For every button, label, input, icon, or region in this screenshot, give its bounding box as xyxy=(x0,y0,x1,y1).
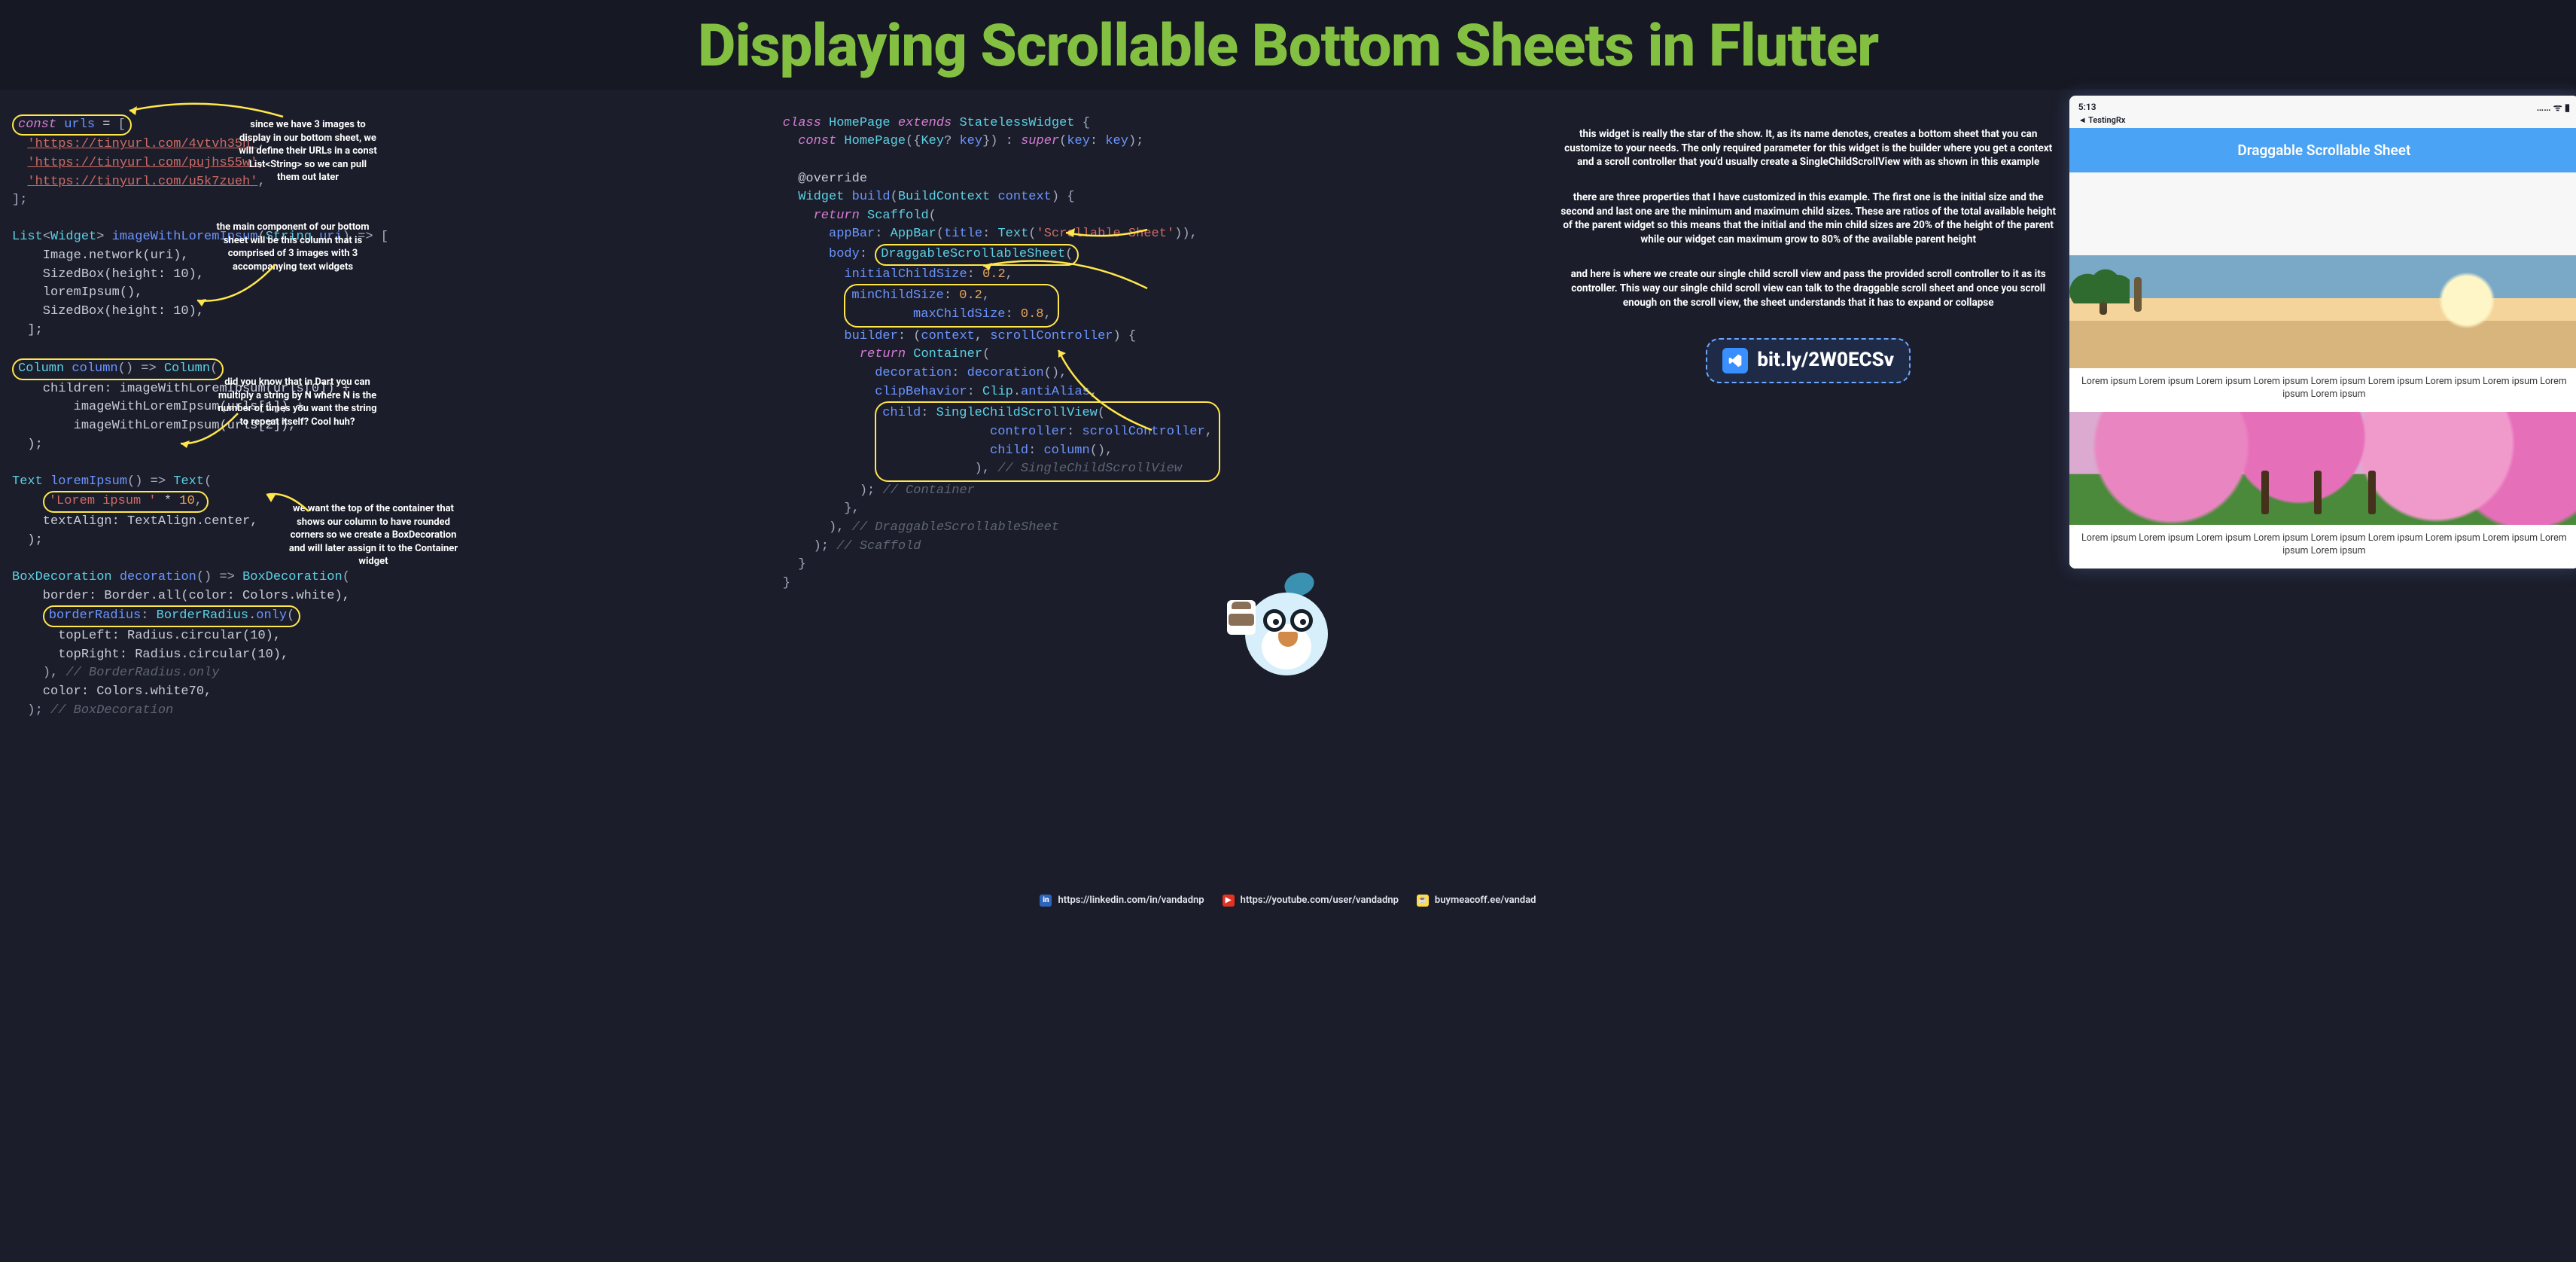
annotation: the main component of our bottom sheet w… xyxy=(206,221,379,273)
phone-time: 5:13 xyxy=(2078,102,2096,112)
short-link-badge[interactable]: bit.ly/2W0ECSv xyxy=(1706,338,1911,383)
code-line: topLeft: Radius.circular(10), xyxy=(12,629,281,643)
code-block-right: class HomePage extends StatelessWidget {… xyxy=(783,96,1548,686)
short-link-text: bit.ly/2W0ECSv xyxy=(1757,347,1894,374)
footer-bmc[interactable]: ☕ buymeacoff.ee/vandad xyxy=(1417,895,1536,907)
url-literal: 'https://tinyurl.com/u5k7zueh' xyxy=(27,175,257,189)
bmc-icon: ☕ xyxy=(1417,895,1429,907)
code-line: color: Colors.white70, xyxy=(12,684,212,699)
phone-caption: Lorem ipsum Lorem ipsum Lorem ipsum Lore… xyxy=(2069,368,2576,412)
code-line: SizedBox(height: 10), xyxy=(12,304,204,319)
url-literal: 'https://tinyurl.com/pujhs55w' xyxy=(27,156,257,170)
phone-bottom-sheet: Lorem ipsum Lorem ipsum Lorem ipsum Lore… xyxy=(2069,255,2576,569)
code-line: ); xyxy=(12,533,43,547)
phone-status-icons: …… ᯤ ▮ xyxy=(2537,100,2570,114)
phone-mockup: 5:13 …… ᯤ ▮ ◄ TestingRx Draggable Scroll… xyxy=(2069,96,2576,569)
footer-link-text: https://linkedin.com/in/vandadnp xyxy=(1058,895,1204,906)
annotation: we want the top of the container that sh… xyxy=(283,502,464,569)
footer-link-text: buymeacoff.ee/vandad xyxy=(1435,895,1536,906)
phone-back-app: ◄ TestingRx xyxy=(2069,115,2576,128)
code-line: ]; xyxy=(12,323,43,337)
url-literal: 'https://tinyurl.com/4vtvh35h' xyxy=(27,137,257,151)
mascot-icon xyxy=(1232,569,1344,689)
phone-appbar-title: Draggable Scrollable Sheet xyxy=(2069,128,2576,172)
page-title: Displaying Scrollable Bottom Sheets in F… xyxy=(0,0,2576,90)
annotation: since we have 3 images to display in our… xyxy=(238,118,378,184)
vscode-icon xyxy=(1722,348,1748,373)
code-block-left: const urls = [ 'https://tinyurl.com/4vtv… xyxy=(12,96,777,887)
code-line: ); xyxy=(12,437,43,452)
youtube-icon: ▶ xyxy=(1223,895,1235,907)
annotation-column: this widget is really the star of the sh… xyxy=(1554,96,2063,383)
code-line: border: Border.all(color: Colors.white), xyxy=(12,589,350,603)
code-line: Image.network(uri), xyxy=(12,248,189,263)
code-line: textAlign: TextAlign.center, xyxy=(12,514,257,529)
annotation: there are three properties that I have c… xyxy=(1554,191,2063,247)
annotation: and here is where we create our single c… xyxy=(1554,267,2063,309)
code-line: topRight: Radius.circular(10), xyxy=(12,648,288,662)
footer-linkedin[interactable]: in https://linkedin.com/in/vandadnp xyxy=(1040,895,1204,907)
phone-image-blossom xyxy=(2069,412,2576,525)
phone-caption: Lorem ipsum Lorem ipsum Lorem ipsum Lore… xyxy=(2069,525,2576,569)
footer-youtube[interactable]: ▶ https://youtube.com/user/vandadnp xyxy=(1223,895,1399,907)
footer-links: in https://linkedin.com/in/vandadnp ▶ ht… xyxy=(0,890,2576,907)
code-line: loremIpsum(), xyxy=(12,285,142,300)
footer-link-text: https://youtube.com/user/vandadnp xyxy=(1241,895,1399,906)
phone-statusbar: 5:13 …… ᯤ ▮ xyxy=(2069,96,2576,115)
annotation: this widget is really the star of the sh… xyxy=(1554,127,2063,169)
linkedin-icon: in xyxy=(1040,895,1052,907)
annotation: did you know that in Dart you can multip… xyxy=(214,376,381,428)
code-line: SizedBox(height: 10), xyxy=(12,267,204,282)
phone-image-beach xyxy=(2069,255,2576,368)
code-line: ]; xyxy=(12,193,27,207)
